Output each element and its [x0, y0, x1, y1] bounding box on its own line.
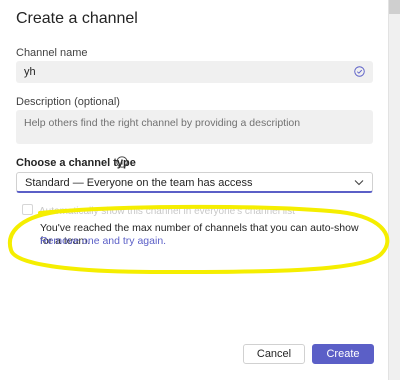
- create-channel-dialog: Create a channel Channel name yh Descrip…: [0, 0, 388, 380]
- channel-name-input[interactable]: yh: [16, 61, 373, 83]
- dialog-title: Create a channel: [16, 10, 138, 27]
- channel-name-value: yh: [24, 66, 36, 78]
- channel-name-label: Channel name: [16, 47, 88, 59]
- description-input[interactable]: Help others find the right channel by pr…: [16, 110, 373, 144]
- background-window-cap: [389, 0, 400, 14]
- info-icon[interactable]: [116, 156, 128, 168]
- autoshow-label: Automatically show this channel in every…: [39, 206, 295, 217]
- check-circle-icon: [354, 66, 365, 77]
- background-window-edge: [388, 0, 400, 380]
- remove-channel-link[interactable]: Remove one and try again.: [40, 235, 166, 247]
- create-button[interactable]: Create: [312, 344, 374, 364]
- description-label: Description (optional): [16, 96, 120, 108]
- cancel-button[interactable]: Cancel: [243, 344, 305, 364]
- autoshow-checkbox[interactable]: Automatically show this channel in every…: [22, 204, 295, 217]
- chevron-down-icon: [354, 180, 364, 186]
- description-placeholder: Help others find the right channel by pr…: [24, 117, 301, 129]
- channel-type-selected: Standard — Everyone on the team has acce…: [25, 177, 253, 189]
- checkbox-box: [22, 204, 33, 215]
- channel-type-dropdown[interactable]: Standard — Everyone on the team has acce…: [16, 172, 373, 193]
